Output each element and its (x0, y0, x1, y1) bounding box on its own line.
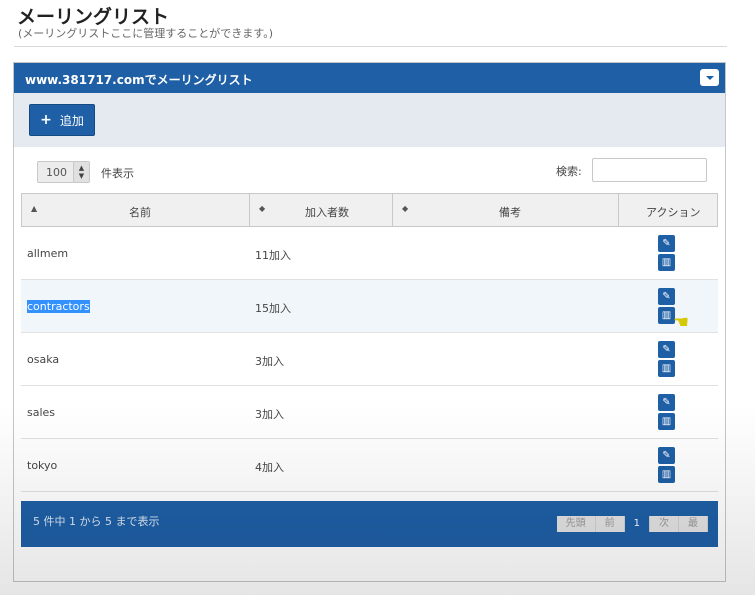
sort-both-icon: ◆ (259, 204, 266, 213)
trash-icon: ▥ (661, 416, 672, 427)
table-row: contractors 15加入 ✎ ▥ ☚ (21, 280, 718, 333)
table-footer: 5 件中 1 から 5 まで表示 先頭 前 1 次 最 (21, 501, 718, 547)
cell-name: contractors (27, 300, 90, 313)
cell-name: osaka (27, 353, 60, 366)
trash-icon: ▥ (661, 469, 672, 480)
delete-button[interactable]: ▥ (658, 466, 675, 483)
title-divider (14, 46, 727, 47)
table-row: allmem 11加入 ✎ ▥ (21, 227, 718, 280)
search-label: 検索: (556, 165, 582, 178)
pager-first[interactable]: 先頭 (556, 516, 596, 532)
length-select[interactable]: 100 ▲ ▼ (37, 161, 90, 183)
edit-button[interactable]: ✎ (658, 447, 675, 464)
add-button-label: 追加 (59, 113, 84, 128)
sort-both-icon: ◆ (402, 204, 409, 213)
cell-count: 15加入 (255, 302, 291, 315)
pager-page-1[interactable]: 1 (624, 516, 650, 532)
delete-button[interactable]: ▥ (658, 413, 675, 430)
pencil-icon: ✎ (662, 344, 671, 355)
toolbar: + 追加 (14, 93, 725, 147)
panel-title: www.381717.comでメーリングリスト (25, 73, 253, 87)
column-header-count[interactable]: ◆ 加入者数 (250, 194, 393, 226)
cell-count: 3加入 (255, 408, 284, 421)
pager-last[interactable]: 最 (679, 516, 708, 532)
trash-icon: ▥ (661, 310, 672, 321)
column-header-label: 加入者数 (305, 206, 349, 219)
edit-button[interactable]: ✎ (658, 235, 675, 252)
column-header-name[interactable]: ▲ 名前 (22, 194, 250, 226)
sort-asc-icon: ▲ (31, 204, 38, 213)
add-button[interactable]: + 追加 (29, 104, 95, 136)
cell-count: 11加入 (255, 249, 291, 262)
table-content: 100 ▲ ▼ 件表示 検索: ▲ 名前 ◆ 加入者数 ◆ 備考 アクション al… (14, 147, 725, 581)
mailing-list-panel: www.381717.comでメーリングリスト + 追加 100 ▲ ▼ 件表示 … (13, 62, 726, 582)
edit-button[interactable]: ✎ (658, 341, 675, 358)
cell-count: 4加入 (255, 461, 284, 474)
cell-name: sales (27, 406, 56, 419)
edit-button[interactable]: ✎ (658, 394, 675, 411)
table-info: 5 件中 1 から 5 まで表示 (33, 515, 160, 528)
collapse-button[interactable] (700, 69, 719, 86)
length-label: 件表示 (101, 167, 134, 180)
panel-header: www.381717.comでメーリングリスト (14, 63, 725, 93)
pager-next[interactable]: 次 (650, 516, 679, 532)
cell-count: 3加入 (255, 355, 284, 368)
spinner-arrows-icon[interactable]: ▲ ▼ (73, 162, 89, 182)
pencil-icon: ✎ (662, 450, 671, 461)
plus-icon: + (40, 112, 52, 128)
table-header: ▲ 名前 ◆ 加入者数 ◆ 備考 アクション (21, 193, 718, 227)
column-header-label: 名前 (129, 206, 151, 219)
delete-button[interactable]: ▥ (658, 254, 675, 271)
cell-name: tokyo (27, 459, 58, 472)
pencil-icon: ✎ (662, 291, 671, 302)
delete-button[interactable]: ▥ (658, 360, 675, 377)
table-row: osaka 3加入 ✎ ▥ (21, 333, 718, 386)
table-row: tokyo 4加入 ✎ ▥ (21, 439, 718, 492)
search-input[interactable] (592, 158, 707, 182)
cell-name: allmem (27, 247, 69, 260)
pagination: 先頭 前 1 次 最 (556, 516, 708, 532)
table-row: sales 3加入 ✎ ▥ (21, 386, 718, 439)
pager-prev[interactable]: 前 (595, 516, 625, 532)
column-header-note[interactable]: ◆ 備考 (393, 194, 619, 226)
length-select-value: 100 (46, 166, 67, 179)
hand-cursor-icon: ☚ (673, 312, 690, 333)
page-subtitle: (メーリングリストここに管理することができます。) (18, 27, 273, 40)
column-header-action: アクション (619, 194, 717, 226)
column-header-label: アクション (646, 206, 701, 219)
column-header-label: 備考 (499, 206, 521, 219)
pencil-icon: ✎ (662, 238, 671, 249)
chevron-down-icon (706, 76, 714, 80)
trash-icon: ▥ (661, 257, 672, 268)
edit-button[interactable]: ✎ (658, 288, 675, 305)
pencil-icon: ✎ (662, 397, 671, 408)
trash-icon: ▥ (661, 363, 672, 374)
